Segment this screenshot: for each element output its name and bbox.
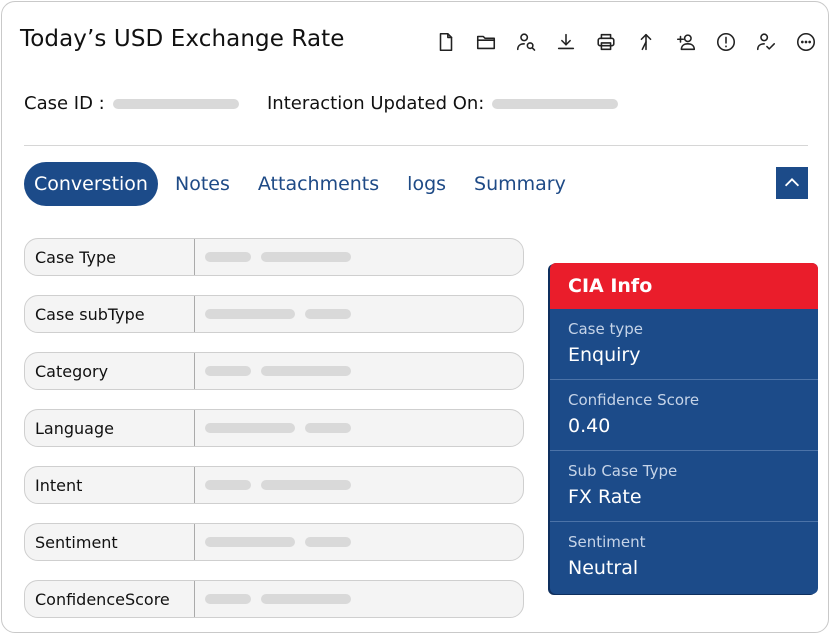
folder-icon[interactable] (466, 30, 506, 54)
cia-info-panel: CIA Info Case type Enquiry Confidence Sc… (550, 263, 818, 594)
field-label: Language (25, 410, 195, 446)
cia-item-sentiment: Sentiment Neutral (550, 522, 818, 593)
sentiment-field[interactable]: Sentiment (24, 523, 524, 561)
chevron-up-icon (784, 178, 800, 187)
cia-key: Confidence Score (568, 391, 700, 409)
interaction-updated: Interaction Updated On: (267, 93, 619, 114)
search-user-icon[interactable] (506, 30, 546, 54)
cia-key: Sub Case Type (568, 462, 678, 480)
divider (24, 145, 808, 146)
interaction-updated-value-placeholder (492, 98, 619, 109)
case-type-field[interactable]: Case Type (24, 238, 524, 276)
cia-item-case-type: Case type Enquiry (550, 309, 818, 380)
field-label: Sentiment (25, 524, 195, 560)
alert-icon[interactable] (706, 30, 746, 54)
field-label: Case Type (25, 239, 195, 275)
field-value-placeholder (195, 309, 361, 319)
field-value-placeholder (195, 252, 361, 262)
cia-value: Neutral (568, 557, 639, 579)
tab-summary[interactable]: Summary (463, 162, 577, 206)
collapse-button[interactable] (776, 167, 808, 199)
case-id-label: Case ID : (24, 93, 105, 114)
field-label: Category (25, 353, 195, 389)
download-icon[interactable] (546, 30, 586, 54)
tab-bar: Converstion Notes Attachments logs Summa… (24, 162, 583, 206)
document-icon[interactable] (426, 30, 466, 54)
cia-item-confidence-score: Confidence Score 0.40 (550, 380, 818, 451)
field-label: Case subType (25, 296, 195, 332)
interaction-updated-label: Interaction Updated On: (267, 93, 485, 114)
field-label: Intent (25, 467, 195, 503)
add-user-icon[interactable] (666, 30, 706, 54)
language-field[interactable]: Language (24, 409, 524, 447)
case-fields: Case Type Case subType Category Language… (24, 238, 524, 637)
category-field[interactable]: Category (24, 352, 524, 390)
cia-key: Case type (568, 320, 643, 338)
more-icon[interactable] (786, 30, 826, 54)
tab-notes[interactable]: Notes (164, 162, 241, 206)
tab-conversation[interactable]: Converstion (24, 162, 158, 206)
case-subtype-field[interactable]: Case subType (24, 295, 524, 333)
tab-logs[interactable]: logs (396, 162, 457, 206)
cia-value: 0.40 (568, 415, 611, 437)
cia-key: Sentiment (568, 533, 646, 551)
cia-item-sub-case-type: Sub Case Type FX Rate (550, 451, 818, 522)
cia-value: FX Rate (568, 486, 642, 508)
field-value-placeholder (195, 423, 361, 433)
field-value-placeholder (195, 480, 361, 490)
user-check-icon[interactable] (746, 30, 786, 54)
field-value-placeholder (195, 537, 361, 547)
cia-info-title: CIA Info (550, 263, 818, 309)
exchange-rate-card: Today’s USD Exchange Rate Case ID: Inte… (1, 1, 829, 633)
confidence-score-field[interactable]: ConfidenceScore (24, 580, 524, 618)
intent-field[interactable]: Intent (24, 466, 524, 504)
field-value-placeholder (195, 366, 361, 376)
tab-attachments[interactable]: Attachments (247, 162, 390, 206)
toolbar (426, 30, 826, 54)
field-value-placeholder (195, 594, 361, 604)
print-icon[interactable] (586, 30, 626, 54)
field-label: ConfidenceScore (25, 581, 195, 617)
case-id-value-placeholder (112, 98, 239, 109)
case-id: Case ID : (24, 93, 239, 114)
merge-icon[interactable] (626, 30, 666, 54)
page-title: Today’s USD Exchange Rate (20, 26, 345, 52)
cia-value: Enquiry (568, 344, 641, 366)
